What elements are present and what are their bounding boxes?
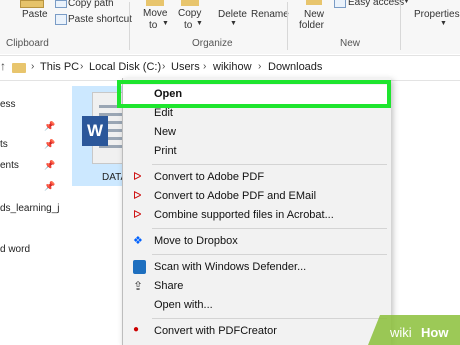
copy-to-icon bbox=[181, 0, 199, 6]
menu-item-label: Convert to Adobe PDF bbox=[154, 171, 265, 183]
chevron-down-icon: ▼ bbox=[162, 20, 169, 27]
pin-icon: 📌 bbox=[44, 181, 56, 191]
menu-item-label: Open with... bbox=[154, 299, 213, 311]
menu-item-new[interactable]: New bbox=[123, 123, 391, 142]
menu-item-move-dropbox[interactable]: ❖ Move to Dropbox bbox=[123, 232, 391, 251]
move-to-label[interactable]: Move bbox=[143, 8, 167, 19]
menu-item-label: Combine supported files in Acrobat... bbox=[154, 209, 334, 221]
menu-item-label: Convert with PDFCreator bbox=[154, 325, 277, 337]
menu-item-label: Scan with Windows Defender... bbox=[154, 261, 307, 273]
copy-to-label[interactable]: Copy bbox=[178, 8, 201, 19]
delete-icon bbox=[225, 0, 237, 5]
menu-item-share[interactable]: ⇪ Share bbox=[123, 277, 391, 296]
new-folder-icon bbox=[306, 0, 322, 5]
rename-button[interactable]: Rename bbox=[251, 9, 289, 20]
chevron-down-icon: ▼ bbox=[440, 20, 447, 27]
ribbon-divider bbox=[400, 2, 401, 50]
pin-icon: 📌 bbox=[44, 139, 56, 149]
pin-icon: 📌 bbox=[44, 121, 56, 131]
breadcrumb-this-pc[interactable]: This PC bbox=[40, 61, 79, 73]
easy-access-button[interactable]: Easy access bbox=[348, 0, 404, 8]
move-to-icon bbox=[146, 0, 164, 6]
nav-item[interactable]: ents bbox=[0, 160, 19, 171]
group-clipboard: Clipboard bbox=[6, 38, 49, 49]
pdfcreator-icon: ● bbox=[133, 324, 140, 335]
folder-icon bbox=[12, 63, 26, 73]
nav-item[interactable]: d word bbox=[0, 244, 30, 255]
up-arrow-icon[interactable]: ↑ bbox=[0, 59, 6, 73]
paste-button[interactable]: Paste bbox=[22, 9, 48, 20]
chevron-down-icon: ▼ bbox=[403, 0, 410, 5]
delete-button[interactable]: Delete bbox=[218, 9, 247, 20]
menu-separator bbox=[152, 254, 387, 255]
ribbon-divider bbox=[287, 2, 288, 50]
nav-item[interactable]: ts bbox=[0, 139, 8, 150]
chevron-right-icon: › bbox=[258, 61, 262, 72]
menu-item-label: Move to Dropbox bbox=[154, 235, 238, 247]
ribbon-divider bbox=[129, 2, 130, 50]
menu-item-print[interactable]: Print bbox=[123, 142, 391, 161]
menu-item-convert-pdf[interactable]: ᐅ Convert to Adobe PDF bbox=[123, 168, 391, 187]
breadcrumb-users[interactable]: Users bbox=[171, 61, 200, 73]
paste-shortcut-icon bbox=[55, 14, 67, 25]
group-new: New bbox=[340, 38, 361, 49]
open-highlight-box bbox=[117, 80, 391, 108]
chevron-right-icon: › bbox=[31, 61, 35, 72]
menu-item-label: Print bbox=[154, 145, 177, 157]
paste-icon[interactable] bbox=[20, 0, 44, 8]
copy-path-button[interactable]: Copy path bbox=[68, 0, 114, 9]
menu-item-pdfcreator[interactable]: ● Convert with PDFCreator bbox=[123, 322, 391, 341]
nav-item[interactable]: ds_learning_j bbox=[0, 203, 60, 214]
copy-path-icon bbox=[55, 0, 67, 8]
chevron-right-icon: › bbox=[80, 61, 84, 72]
menu-item-combine-acrobat[interactable]: ᐅ Combine supported files in Acrobat... bbox=[123, 206, 391, 225]
menu-item-open-with[interactable]: Open with... bbox=[123, 296, 391, 315]
adobe-pdf-icon: ᐅ bbox=[133, 171, 142, 183]
share-icon: ⇪ bbox=[133, 279, 144, 293]
navigation-pane: ess 📌 ts 📌 ents 📌 📌 ds_learning_j d word bbox=[0, 81, 60, 345]
paste-shortcut-button[interactable]: Paste shortcut bbox=[68, 14, 132, 25]
new-folder-label[interactable]: New bbox=[304, 9, 324, 20]
ribbon: Paste Copy path Paste shortcut Move to ▼… bbox=[0, 0, 460, 54]
nav-item[interactable]: ess bbox=[0, 99, 16, 110]
adobe-pdf-icon: ᐅ bbox=[133, 190, 142, 202]
menu-separator bbox=[152, 164, 387, 165]
breadcrumb-wikihow[interactable]: wikihow bbox=[213, 61, 252, 73]
acrobat-icon: ᐅ bbox=[133, 209, 142, 221]
copy-to-label-2: to bbox=[184, 20, 193, 31]
chevron-down-icon: ▼ bbox=[230, 20, 237, 27]
menu-separator bbox=[152, 228, 387, 229]
chevron-right-icon: › bbox=[203, 61, 207, 72]
context-menu: Open Edit New Print ᐅ Convert to Adobe P… bbox=[122, 78, 391, 345]
group-organize: Organize bbox=[192, 38, 233, 49]
menu-item-label: Share bbox=[154, 280, 184, 292]
menu-item-scan-defender[interactable]: Scan with Windows Defender... bbox=[123, 258, 391, 277]
windows-defender-icon bbox=[133, 260, 146, 274]
menu-item-label: New bbox=[154, 126, 177, 138]
wikihow-how-text: How bbox=[421, 325, 449, 340]
new-folder-label-2: folder bbox=[299, 20, 325, 31]
breadcrumb-local-disk[interactable]: Local Disk (C:) bbox=[89, 61, 161, 73]
word-w-badge-icon: W bbox=[82, 116, 108, 146]
chevron-right-icon: › bbox=[162, 61, 166, 72]
menu-item-label: Convert to Adobe PDF and EMail bbox=[154, 190, 317, 202]
breadcrumb-downloads[interactable]: Downloads bbox=[268, 61, 322, 73]
move-to-label-2: to bbox=[149, 20, 158, 31]
wikihow-wiki-text: wiki bbox=[389, 325, 412, 340]
menu-item-label: Edit bbox=[154, 107, 173, 119]
pin-icon: 📌 bbox=[44, 160, 56, 170]
dropbox-icon: ❖ bbox=[133, 235, 143, 247]
easy-access-icon bbox=[334, 0, 346, 8]
wikihow-watermark: wiki How bbox=[368, 315, 460, 345]
properties-button[interactable]: Properties bbox=[414, 9, 460, 20]
chevron-down-icon: ▼ bbox=[196, 20, 203, 27]
menu-separator bbox=[152, 318, 387, 319]
menu-item-convert-pdf-email[interactable]: ᐅ Convert to Adobe PDF and EMail bbox=[123, 187, 391, 206]
